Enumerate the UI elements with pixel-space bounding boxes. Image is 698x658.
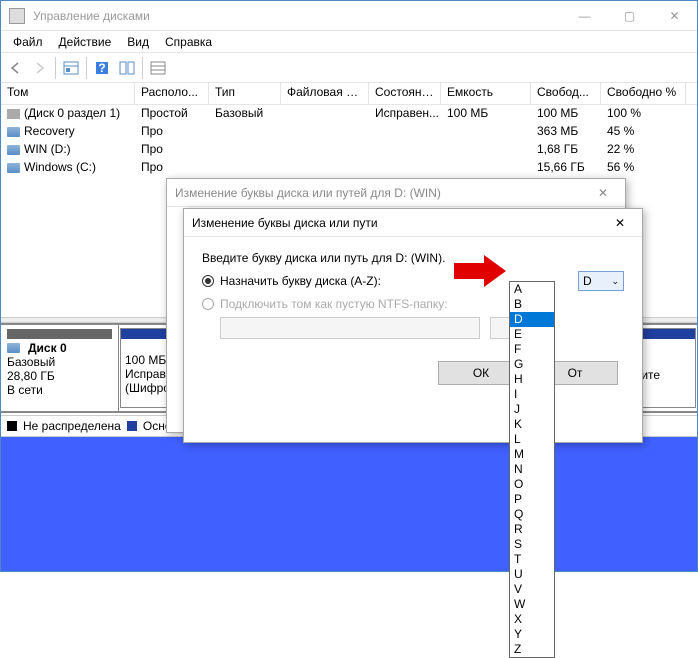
dropdown-option[interactable]: F xyxy=(510,342,554,357)
dialog-title: Изменение буквы диска или путей для D: (… xyxy=(175,186,441,200)
dropdown-option[interactable]: Z xyxy=(510,642,554,657)
dropdown-option[interactable]: D xyxy=(510,312,554,327)
dropdown-option[interactable]: A xyxy=(510,282,554,297)
disk-name: Диск 0 xyxy=(28,341,67,355)
dropdown-option[interactable]: T xyxy=(510,552,554,567)
help-icon[interactable]: ? xyxy=(90,56,114,80)
disk-icon xyxy=(7,343,20,353)
menu-view[interactable]: Вид xyxy=(119,33,157,51)
dropdown-option[interactable]: G xyxy=(510,357,554,372)
maximize-button[interactable]: ▢ xyxy=(607,1,652,30)
col-layout[interactable]: Располо... xyxy=(135,83,209,104)
dropdown-option[interactable]: H xyxy=(510,372,554,387)
svg-text:?: ? xyxy=(98,61,105,75)
dialog-titlebar[interactable]: Изменение буквы диска или пути ✕ xyxy=(184,209,642,237)
drive-letter-combo[interactable]: D ⌄ xyxy=(578,271,624,291)
menu-action[interactable]: Действие xyxy=(51,33,120,51)
change-letter-dialog: Изменение буквы диска или пути ✕ Введите… xyxy=(183,208,643,443)
legend-primary-swatch xyxy=(127,421,137,431)
dropdown-option[interactable]: Q xyxy=(510,507,554,522)
assign-letter-label: Назначить букву диска (A-Z): xyxy=(220,274,381,288)
dropdown-option[interactable]: X xyxy=(510,612,554,627)
drive-letter-dropdown[interactable]: ABDEFGHIJKLMNOPQRSTUVWXYZ xyxy=(509,281,555,658)
dropdown-option[interactable]: O xyxy=(510,477,554,492)
forward-button[interactable] xyxy=(28,56,52,80)
dropdown-option[interactable]: W xyxy=(510,597,554,612)
dropdown-option[interactable]: M xyxy=(510,447,554,462)
dropdown-option[interactable]: P xyxy=(510,492,554,507)
col-state[interactable]: Состояние xyxy=(369,83,441,104)
list-icon[interactable] xyxy=(146,56,170,80)
titlebar[interactable]: Управление дисками — ▢ ✕ xyxy=(1,1,697,31)
minimize-button[interactable]: — xyxy=(562,1,607,30)
combo-value: D xyxy=(583,274,592,288)
table-row[interactable]: RecoveryПро363 МБ45 % xyxy=(1,123,697,141)
mount-path-input xyxy=(220,317,480,339)
app-icon xyxy=(9,8,25,24)
content-area: Том Располо... Тип Файловая с... Состоян… xyxy=(1,83,697,571)
annotation-arrow xyxy=(454,263,484,279)
legend-unallocated-swatch xyxy=(7,421,17,431)
assign-letter-radio[interactable] xyxy=(202,275,214,287)
disk-size: 28,80 ГБ xyxy=(7,369,112,383)
refresh-icon[interactable] xyxy=(115,56,139,80)
dropdown-option[interactable]: B xyxy=(510,297,554,312)
menubar: Файл Действие Вид Справка xyxy=(1,31,697,53)
dropdown-option[interactable]: J xyxy=(510,402,554,417)
disk-label[interactable]: Диск 0 Базовый 28,80 ГБ В сети xyxy=(1,325,119,411)
col-volume[interactable]: Том xyxy=(1,83,135,104)
dropdown-option[interactable]: U xyxy=(510,567,554,582)
close-icon[interactable]: ✕ xyxy=(606,216,634,230)
menu-help[interactable]: Справка xyxy=(157,33,220,51)
toolbar: ? xyxy=(1,53,697,83)
col-capacity[interactable]: Емкость xyxy=(441,83,531,104)
table-row[interactable]: (Диск 0 раздел 1)ПростойБазовыйИсправен.… xyxy=(1,105,697,123)
dropdown-option[interactable]: I xyxy=(510,387,554,402)
close-button[interactable]: ✕ xyxy=(652,1,697,30)
col-free[interactable]: Свобод... xyxy=(531,83,601,104)
table-row[interactable]: WIN (D:)Про1,68 ГБ22 % xyxy=(1,141,697,159)
mount-folder-radio[interactable] xyxy=(202,298,214,310)
chevron-down-icon: ⌄ xyxy=(611,276,619,287)
volume-grid-header[interactable]: Том Располо... Тип Файловая с... Состоян… xyxy=(1,83,697,105)
dropdown-option[interactable]: Y xyxy=(510,627,554,642)
selection-highlight xyxy=(1,437,697,571)
menu-file[interactable]: Файл xyxy=(5,33,51,51)
mount-folder-label: Подключить том как пустую NTFS-папку: xyxy=(220,297,448,311)
dropdown-option[interactable]: E xyxy=(510,327,554,342)
dropdown-option[interactable]: K xyxy=(510,417,554,432)
dialog-prompt: Введите букву диска или путь для D: (WIN… xyxy=(202,251,624,265)
volume-grid-body: (Диск 0 раздел 1)ПростойБазовыйИсправен.… xyxy=(1,105,697,177)
dropdown-option[interactable]: R xyxy=(510,522,554,537)
properties-icon[interactable] xyxy=(59,56,83,80)
dropdown-option[interactable]: V xyxy=(510,582,554,597)
dialog-titlebar[interactable]: Изменение буквы диска или путей для D: (… xyxy=(167,179,625,207)
table-row[interactable]: Windows (C:)Про15,66 ГБ56 % xyxy=(1,159,697,177)
window-title: Управление дисками xyxy=(33,9,562,23)
dropdown-option[interactable]: N xyxy=(510,462,554,477)
dropdown-option[interactable]: S xyxy=(510,537,554,552)
dialog-title: Изменение буквы диска или пути xyxy=(192,216,378,230)
legend-unallocated-label: Не распределена xyxy=(23,419,121,433)
disk-status: В сети xyxy=(7,383,112,397)
col-type[interactable]: Тип xyxy=(209,83,281,104)
back-button[interactable] xyxy=(3,56,27,80)
col-freepct[interactable]: Свободно % xyxy=(601,83,686,104)
dropdown-option[interactable]: L xyxy=(510,432,554,447)
col-fs[interactable]: Файловая с... xyxy=(281,83,369,104)
close-icon[interactable]: ✕ xyxy=(589,186,617,200)
disk-kind: Базовый xyxy=(7,355,112,369)
disk-management-window: Управление дисками — ▢ ✕ Файл Действие В… xyxy=(0,0,698,572)
